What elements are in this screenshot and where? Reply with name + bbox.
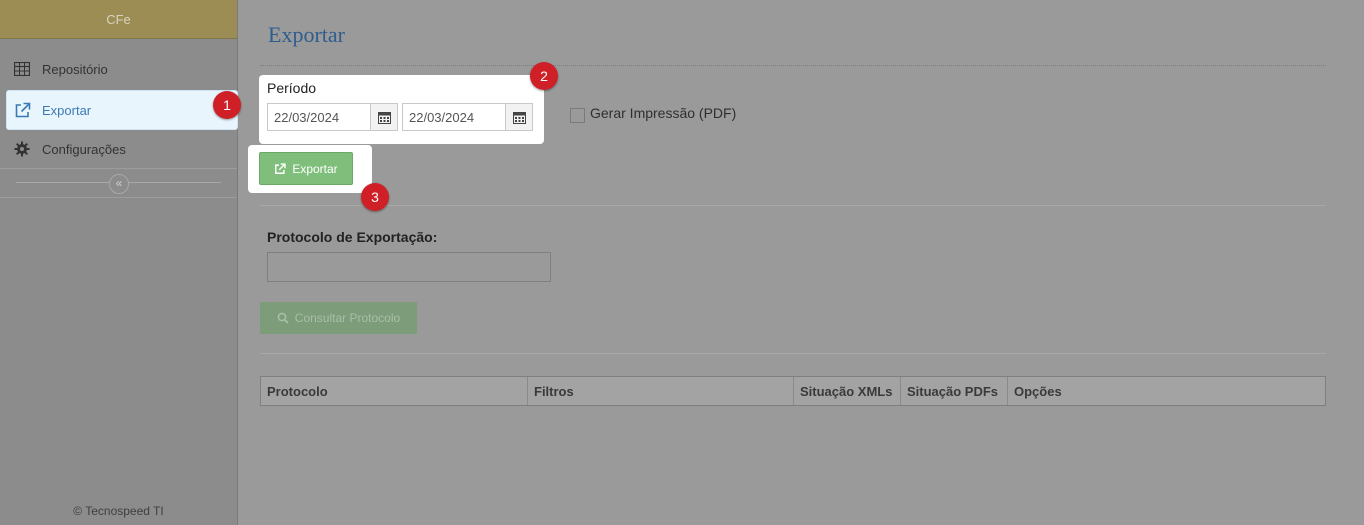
section-divider: [260, 205, 1326, 206]
app-brand: CFe: [0, 0, 237, 39]
annotation-badge: 1: [213, 91, 241, 119]
sidebar: CFe Repositório Exportar Configurações «…: [0, 0, 238, 525]
protocol-label: Protocolo de Exportação:: [267, 229, 438, 245]
table-divider: [260, 353, 1326, 354]
column-header[interactable]: Situação XMLs: [794, 377, 901, 405]
table-icon: [13, 60, 31, 78]
end-date-value: 22/03/2024: [409, 109, 475, 125]
sidebar-item-exportar[interactable]: Exportar: [7, 91, 237, 129]
sidebar-footer: © Tecnospeed TI: [73, 504, 164, 518]
sidebar-item-repositorio[interactable]: Repositório: [0, 50, 237, 88]
sidebar-item-label: Repositório: [42, 61, 108, 77]
search-icon: [277, 312, 289, 324]
title-divider: [260, 65, 1326, 66]
main-content: Exportar Período 22/03/2024 22/03/2024 G…: [238, 0, 1364, 525]
period-label: Período: [267, 80, 317, 96]
brand-label: CFe: [106, 11, 131, 27]
sidebar-item-label: Exportar: [42, 102, 92, 118]
period-card: Período 22/03/2024 22/03/2024: [259, 75, 544, 144]
sidebar-item-label: Configurações: [42, 141, 126, 157]
column-header[interactable]: Protocolo: [261, 377, 528, 405]
annotation-badge: 2: [530, 62, 558, 90]
protocol-table-header: Protocolo Filtros Situação XMLs Situação…: [260, 376, 1326, 406]
annotation-badge: 3: [361, 183, 389, 211]
double-chevron-left-icon[interactable]: «: [109, 174, 129, 194]
column-header[interactable]: Opções: [1008, 377, 1325, 405]
gear-icon: [13, 140, 31, 158]
start-date-field[interactable]: 22/03/2024: [267, 103, 398, 131]
end-date-field[interactable]: 22/03/2024: [402, 103, 533, 131]
calendar-icon[interactable]: [505, 104, 532, 130]
export-button[interactable]: Exportar: [259, 152, 353, 185]
consult-protocol-label: Consultar Protocolo: [294, 311, 401, 325]
export-card: Exportar: [248, 145, 372, 193]
start-date-value: 22/03/2024: [274, 109, 340, 125]
sidebar-collapse-bar: «: [0, 168, 237, 198]
page-title: Exportar: [268, 22, 345, 47]
print-pdf-label: Gerar Impressão (PDF): [590, 105, 737, 121]
external-link-icon: [274, 162, 286, 175]
print-pdf-checkbox[interactable]: [570, 108, 585, 123]
consult-protocol-button[interactable]: Consultar Protocolo: [260, 302, 417, 334]
external-link-icon: [13, 101, 31, 119]
sidebar-item-configuracoes[interactable]: Configurações: [0, 130, 237, 168]
protocol-input[interactable]: [267, 252, 551, 282]
column-header[interactable]: Situação PDFs: [901, 377, 1008, 405]
column-header[interactable]: Filtros: [528, 377, 794, 405]
calendar-icon[interactable]: [370, 104, 397, 130]
export-button-label: Exportar: [292, 161, 338, 176]
